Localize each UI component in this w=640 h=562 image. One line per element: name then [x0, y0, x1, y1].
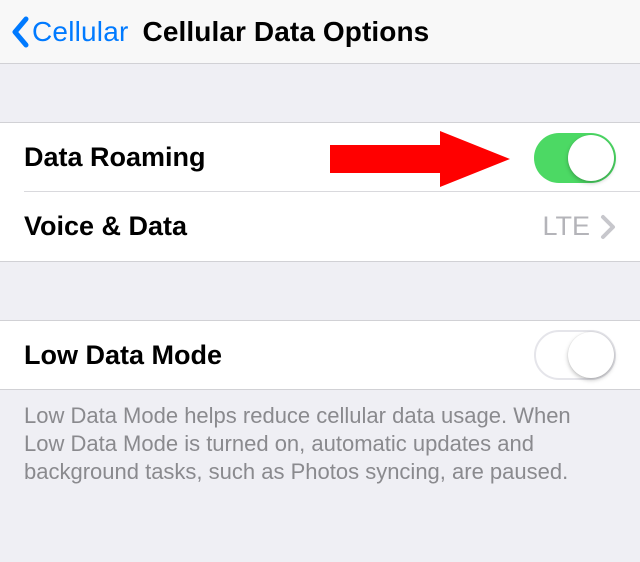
- data-roaming-toggle[interactable]: [534, 133, 616, 183]
- chevron-right-icon: [600, 214, 616, 240]
- group-spacer: [0, 64, 640, 122]
- data-roaming-row: Data Roaming: [0, 122, 640, 192]
- toggle-knob: [568, 332, 614, 378]
- low-data-mode-toggle[interactable]: [534, 330, 616, 380]
- back-button-label[interactable]: Cellular: [32, 16, 129, 48]
- voice-data-value: LTE: [542, 211, 590, 242]
- voice-data-row[interactable]: Voice & Data LTE: [0, 192, 640, 262]
- back-chevron-icon[interactable]: [10, 15, 30, 49]
- page-title: Cellular Data Options: [143, 16, 430, 48]
- toggle-knob: [568, 135, 614, 181]
- data-roaming-label: Data Roaming: [24, 142, 534, 173]
- low-data-mode-row: Low Data Mode: [0, 320, 640, 390]
- navigation-bar: Cellular Cellular Data Options: [0, 0, 640, 64]
- low-data-mode-footer: Low Data Mode helps reduce cellular data…: [0, 390, 640, 504]
- low-data-mode-label: Low Data Mode: [24, 340, 534, 371]
- voice-data-label: Voice & Data: [24, 211, 542, 242]
- group-spacer: [0, 262, 640, 320]
